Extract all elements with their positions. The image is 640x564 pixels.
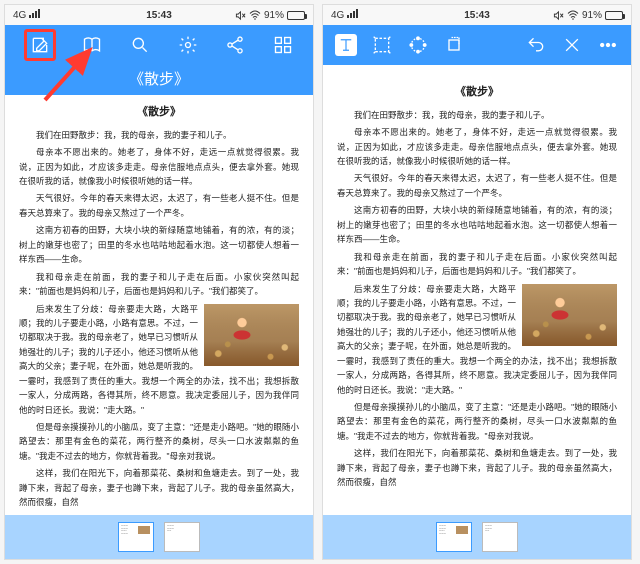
share-icon[interactable] (224, 34, 246, 56)
paragraph: 天气很好。今年的春天来得太迟，太迟了，有一些老人挺不住。但是春天总算来了。我的母… (19, 191, 299, 220)
network-label: 4G (331, 10, 344, 21)
edit-icon[interactable] (24, 29, 56, 61)
paragraph: 母亲本不愿出来的。她老了，身体不好，走远一点就觉得很累。我说，正因为如此，才应该… (337, 125, 617, 168)
page-thumb-1[interactable]: ▪▪▪▪▪▪▪▪▪▪▪▪▪▪▪▪▪▪▪▪▪▪▪▪▪▪▪▪▪▪▪▪▪▪▪▪▪▪ (118, 522, 154, 552)
phone-right: 4G 15:43 91% (322, 4, 632, 560)
status-time: 15:43 (464, 10, 490, 21)
battery-percent: 91% (582, 10, 602, 21)
document-heading: 《散步》 (19, 103, 299, 122)
signal-icon (29, 9, 40, 18)
grid-icon[interactable] (272, 34, 294, 56)
network-label: 4G (13, 10, 26, 21)
status-right: 91% (553, 10, 623, 21)
page-thumb-1[interactable]: ▪▪▪▪▪▪▪▪▪▪▪▪▪▪▪▪▪▪▪▪▪▪▪▪▪▪▪▪▪▪▪▪▪▪▪▪▪▪ (436, 522, 472, 552)
undo-icon[interactable] (525, 34, 547, 56)
mute-icon (235, 10, 246, 21)
status-right: 91% (235, 10, 305, 21)
wifi-icon (249, 10, 261, 20)
paragraph: 但是母亲摸摸孙儿的小脑瓜，变了主意："还是走小路吧。"她的眼随小路望去：那里有金… (337, 400, 617, 443)
status-bar: 4G 15:43 91% (323, 5, 631, 25)
paragraph: 母亲本不愿出来的。她老了，身体不好，走远一点就觉得很累。我说，正因为如此，才应该… (19, 145, 299, 188)
document-title-bar: 《散步》 (5, 65, 313, 95)
battery-icon (287, 11, 305, 20)
crop-tool-icon[interactable] (371, 34, 393, 56)
document-content[interactable]: 《散步》 我们在田野散步：我，我的母亲，我的妻子和儿子。 母亲本不愿出来的。她老… (5, 95, 313, 515)
bottom-bar: ▪▪▪▪▪▪▪▪▪▪▪▪▪▪▪▪▪▪▪▪▪▪▪▪▪▪▪▪▪▪▪▪▪▪▪▪▪▪ ▪… (323, 515, 631, 559)
inline-image (522, 284, 617, 346)
wifi-icon (567, 10, 579, 20)
paragraph: 但是母亲摸摸孙儿的小脑瓜，变了主意："还是走小路吧。"她的眼随小路望去：那里有金… (19, 420, 299, 463)
paragraph: 这样，我们在阳光下，向着那菜花、桑树和鱼塘走去。到了一处，我蹲下来，背起了母亲，… (337, 446, 617, 489)
more-icon[interactable] (597, 34, 619, 56)
paragraph: 这南方初春的田野，大块小块的新绿随意地铺着，有的浓，有的淡；树上的嫩芽也密了；田… (19, 223, 299, 266)
bottom-bar: ▪▪▪▪▪▪▪▪▪▪▪▪▪▪▪▪▪▪▪▪▪▪▪▪▪▪▪▪▪▪▪▪▪▪▪▪▪▪ ▪… (5, 515, 313, 559)
status-left: 4G (331, 9, 358, 21)
gear-icon[interactable] (177, 34, 199, 56)
status-left: 4G (13, 9, 40, 21)
mute-icon (553, 10, 564, 21)
document-heading: 《散步》 (337, 83, 617, 102)
paragraph: 我们在田野散步：我，我的母亲，我的妻子和儿子。 (337, 108, 617, 122)
paragraph: 我和母亲走在前面，我的妻子和儿子走在后面。小家伙突然叫起来："前面也是妈妈和儿子… (19, 270, 299, 299)
toolbar-main (5, 25, 313, 65)
paragraph: 我们在田野散步：我，我的母亲，我的妻子和儿子。 (19, 128, 299, 142)
text-tool-icon[interactable] (335, 34, 357, 56)
status-bar: 4G 15:43 91% (5, 5, 313, 25)
battery-percent: 91% (264, 10, 284, 21)
paragraph: 我和母亲走在前面，我的妻子和儿子走在后面。小家伙突然叫起来："前面也是妈妈和儿子… (337, 250, 617, 279)
phone-left: 4G 15:43 91% 《散步》 《散步》 (4, 4, 314, 560)
search-icon[interactable] (129, 34, 151, 56)
inline-image (204, 304, 299, 366)
paragraph: 这南方初春的田野，大块小块的新绿随意地铺着，有的浓，有的淡；树上的嫩芽也密了；田… (337, 203, 617, 246)
signal-icon (347, 9, 358, 18)
toolbar-edit (323, 25, 631, 65)
paragraph: 天气很好。今年的春天来得太迟，太迟了，有一些老人挺不住。但是春天总算来了。我的母… (337, 171, 617, 200)
paragraph: 这样，我们在阳光下，向着那菜花、桑树和鱼塘走去。到了一处，我蹲下来，背起了母亲，… (19, 466, 299, 509)
book-icon[interactable] (81, 34, 103, 56)
rotate-tool-icon[interactable] (443, 34, 465, 56)
close-icon[interactable] (561, 34, 583, 56)
document-content[interactable]: 《散步》 我们在田野散步：我，我的母亲，我的妻子和儿子。 母亲本不愿出来的。她老… (323, 65, 631, 515)
page-thumb-2[interactable]: ▪▪▪▪▪▪▪▪▪▪▪▪▪▪▪▪▪▪▪▪▪▪▪▪▪▪ (482, 522, 518, 552)
status-time: 15:43 (146, 10, 172, 21)
battery-icon (605, 11, 623, 20)
shape-tool-icon[interactable] (407, 34, 429, 56)
page-thumb-2[interactable]: ▪▪▪▪▪▪▪▪▪▪▪▪▪▪▪▪▪▪▪▪▪▪▪▪▪▪ (164, 522, 200, 552)
